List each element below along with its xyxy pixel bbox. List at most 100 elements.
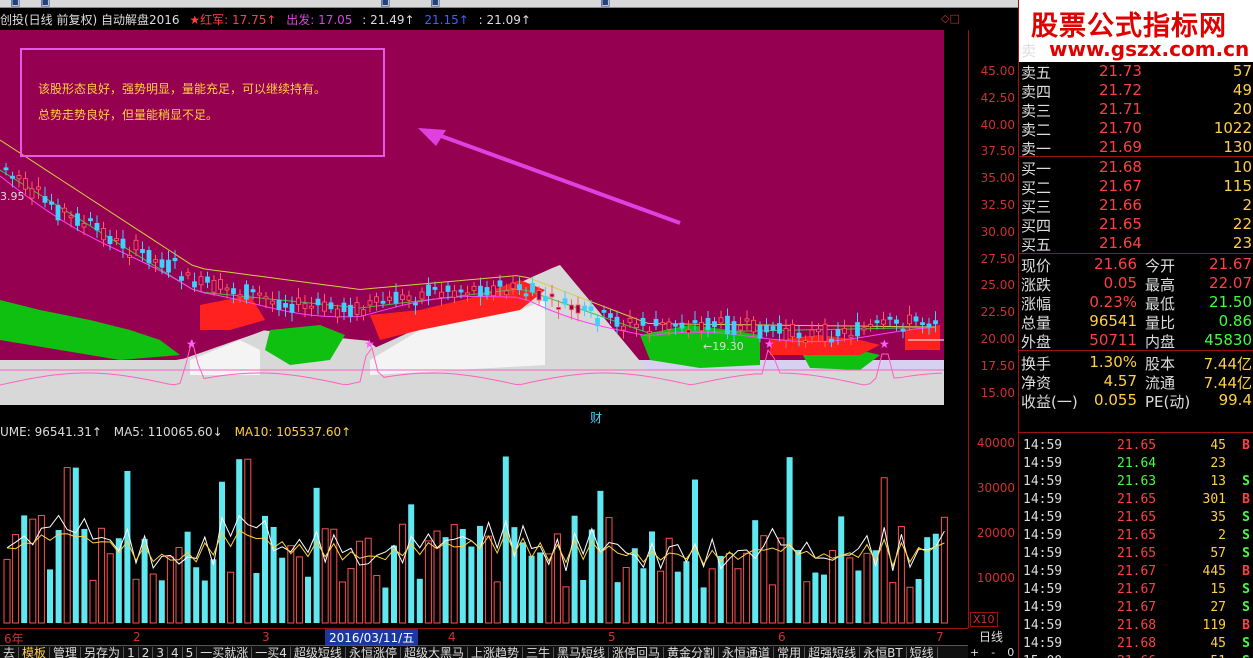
formula-tab[interactable]: 3	[153, 647, 168, 658]
formula-tab[interactable]: 黑马短线	[554, 647, 610, 658]
zoom-control-button[interactable]: -	[991, 646, 995, 658]
bid-price: 21.66	[1099, 196, 1142, 214]
formula-tab[interactable]: 短线	[907, 647, 938, 658]
price-axis-label: 27.50	[980, 251, 1015, 266]
formula-tab[interactable]: 常用	[774, 647, 806, 658]
formula-tab[interactable]: 另存为	[81, 647, 125, 658]
volume-bar-down	[55, 529, 62, 623]
candle-body	[790, 323, 795, 338]
formula-tab[interactable]: 模板	[19, 647, 51, 658]
volume-bar-down	[580, 579, 587, 623]
tick-time: 14:59	[1023, 546, 1063, 561]
volume-bar-up	[106, 553, 114, 624]
volume-bar-down	[468, 546, 475, 623]
volume-bar-down	[477, 525, 483, 623]
formula-tab[interactable]: 超强短线	[805, 647, 861, 658]
formula-tab[interactable]: 去	[0, 647, 20, 658]
bid-price: 21.68	[1099, 158, 1142, 176]
tick-price: 21.67	[1117, 564, 1157, 579]
formula-tab[interactable]: 管理	[50, 647, 82, 658]
volume-chart-panel[interactable]	[0, 445, 968, 625]
tick-volume: 57	[1210, 546, 1226, 561]
ask-volume: 20	[1232, 100, 1252, 118]
candle-body	[335, 308, 340, 318]
toolbar-icon[interactable]: ▣	[10, 0, 20, 7]
indicator-value-2: 21.15↑	[424, 13, 469, 27]
stat-label: 涨跌	[1021, 276, 1052, 294]
candle-body	[62, 207, 67, 213]
candle-body	[738, 325, 743, 331]
formula-tab[interactable]: 三牛	[523, 647, 554, 658]
period-label[interactable]: 日线	[979, 628, 1003, 645]
bid-label: 买二	[1021, 179, 1052, 197]
formula-tab[interactable]: 涨停回马	[609, 647, 665, 658]
formula-tab[interactable]: 1	[124, 647, 139, 658]
tick-row: 14:59 21.67 445 B	[1019, 564, 1253, 582]
candle-body	[465, 292, 470, 296]
bid-volume: 22	[1232, 215, 1252, 233]
candle-body	[153, 259, 158, 263]
formula-tab[interactable]: 黄金分割	[664, 647, 720, 658]
candle-body	[237, 294, 243, 298]
formula-tab[interactable]: 永恒通道	[719, 647, 775, 658]
formula-tab[interactable]: 一买就涨	[197, 647, 253, 658]
volume-bar-down	[47, 569, 53, 623]
candle-body	[614, 316, 620, 327]
toolbar-icon[interactable]: ▣	[40, 0, 50, 7]
candle-body	[3, 167, 9, 171]
volume-bar-up	[880, 477, 888, 624]
candle-body	[341, 302, 347, 313]
stat-row: 涨幅 0.23% 最低 21.50	[1019, 293, 1253, 313]
volume-bar-up	[889, 582, 897, 624]
candle-body	[16, 175, 22, 180]
tick-time: 14:59	[1023, 528, 1063, 543]
candle-body	[133, 239, 139, 251]
candle-body	[491, 285, 496, 296]
candle-body	[471, 285, 477, 291]
toolbar-icon[interactable]: ▣	[430, 0, 440, 7]
stat-value: 0.05	[1103, 274, 1137, 292]
formula-tab[interactable]: 一买4	[252, 647, 291, 658]
tick-side: S	[1242, 636, 1250, 651]
toolbar-icon[interactable]: ▣	[380, 0, 390, 7]
volume-bar-up	[89, 579, 97, 624]
volume-bar-up	[356, 540, 364, 624]
red-army-indicator: ★红军: 17.75↑	[189, 13, 277, 27]
candle-body	[530, 282, 535, 293]
formula-tab[interactable]: 5	[183, 647, 198, 658]
candle-body	[413, 302, 418, 306]
stat-value: 99.4	[1218, 391, 1252, 409]
zoom-control-button[interactable]: 0	[1007, 646, 1014, 658]
formula-tab[interactable]: 超级大黑马	[401, 647, 468, 658]
stat-value: 96541	[1089, 312, 1137, 330]
formula-tab[interactable]: 永恒BT	[860, 647, 907, 658]
toolbar-icon[interactable]: ▣	[600, 0, 610, 7]
volume-bar-up	[321, 528, 329, 624]
candle-body	[627, 318, 633, 323]
formula-tab[interactable]: 上涨趋势	[468, 647, 523, 658]
formula-tab[interactable]: 永恒涨停	[346, 647, 401, 658]
candle-body	[855, 322, 860, 337]
zoom-control-button[interactable]: +	[970, 646, 979, 658]
tick-time: 14:59	[1023, 582, 1063, 597]
formula-tab[interactable]: 2	[139, 647, 154, 658]
candle-body	[783, 328, 789, 341]
candle-body	[374, 296, 379, 303]
candle-body	[426, 284, 431, 296]
financial-divider-label[interactable]: 财	[590, 409, 602, 426]
formula-tab[interactable]: 超级短线	[291, 647, 346, 658]
volume-bar-up	[347, 568, 355, 624]
candle-body	[185, 272, 191, 276]
formula-tab[interactable]: 4	[168, 647, 183, 658]
stats-divider-2	[1019, 350, 1253, 351]
candle-body	[101, 228, 106, 241]
candle-body	[887, 316, 893, 320]
price-chart-panel[interactable]: ★ ★ ★ ★ 3.95 ←19.30 该股形态良好，强势明显，量能充足，可以继续持有…	[0, 30, 944, 405]
candle-body	[88, 218, 93, 222]
candle-body	[114, 238, 119, 241]
candle-body	[231, 288, 236, 295]
high-price-marker: 3.95	[0, 190, 25, 203]
start-indicator: 出发: 17.05	[286, 13, 353, 27]
candle-body	[582, 305, 587, 311]
order-book-partial-label: 卖	[1021, 42, 1037, 60]
